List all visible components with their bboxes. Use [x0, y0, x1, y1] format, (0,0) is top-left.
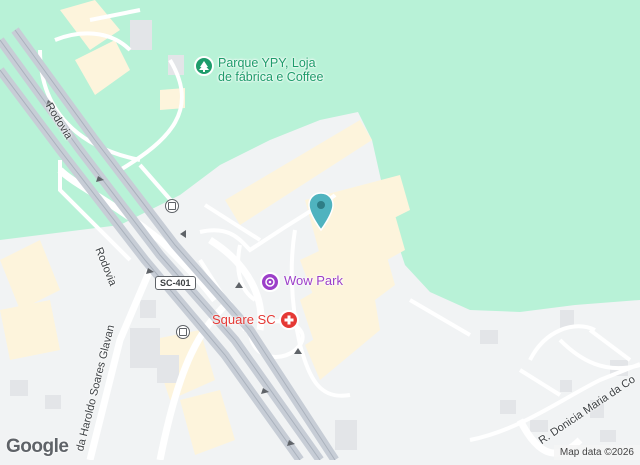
poi-wow-park-label: Wow Park	[284, 273, 343, 288]
poi-wow-park[interactable]: Wow Park	[260, 272, 343, 292]
map-canvas[interactable]: Parque YPY, Loja de fábrica e Coffee Wow…	[0, 0, 640, 463]
poi-parque-ypy-line2: de fábrica e Coffee	[218, 70, 324, 84]
map-attribution[interactable]: Map data ©2026	[553, 445, 640, 460]
poi-square-sc[interactable]: Square SC	[212, 310, 299, 330]
poi-parque-ypy-label: Parque YPY, Loja de fábrica e Coffee	[218, 56, 323, 84]
bus-stop-icon[interactable]	[176, 325, 190, 339]
route-shield-sc401: SC-401	[155, 276, 196, 290]
poi-square-sc-label: Square SC	[212, 312, 276, 327]
hospital-icon	[278, 310, 299, 330]
tree-icon	[194, 56, 214, 76]
location-pin-icon[interactable]	[307, 192, 335, 232]
poi-parque-ypy[interactable]: Parque YPY, Loja de fábrica e Coffee	[194, 56, 323, 84]
attraction-icon	[260, 272, 280, 292]
poi-parque-ypy-line1: Parque YPY, Loja	[218, 56, 316, 70]
google-logo: Google	[6, 436, 69, 457]
bus-stop-icon[interactable]	[165, 199, 179, 213]
